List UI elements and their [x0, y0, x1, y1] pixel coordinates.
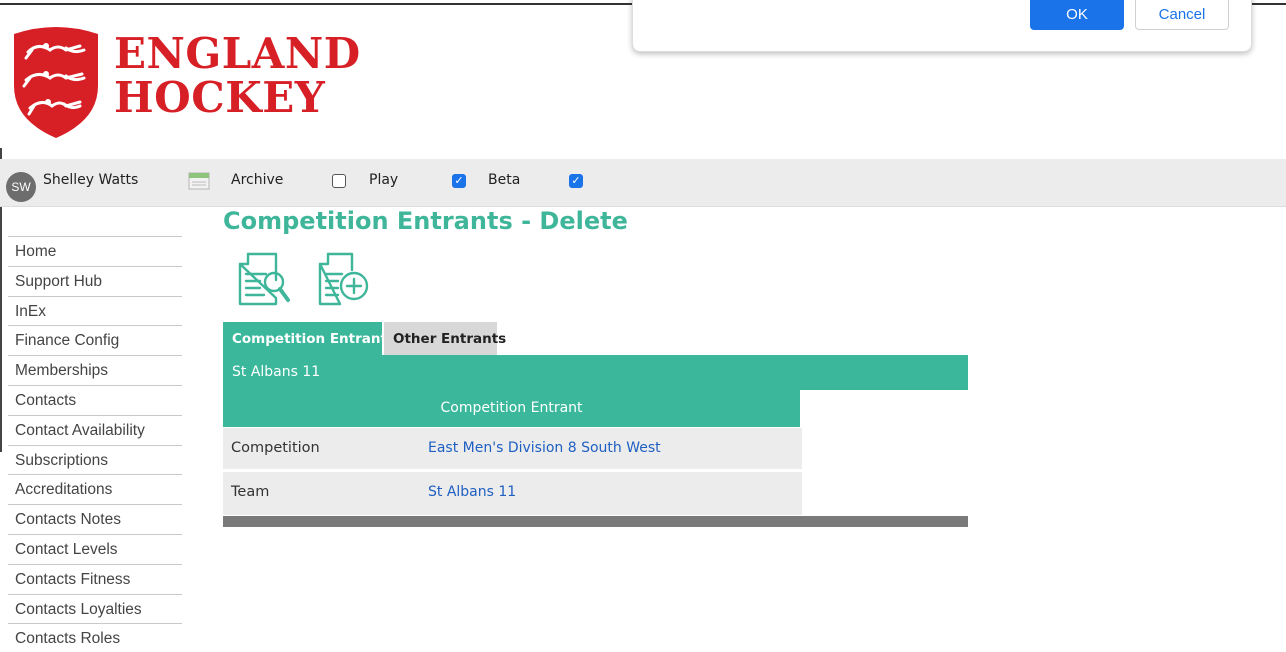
sidebar-item-contacts-fitness[interactable]: Contacts Fitness [8, 563, 182, 594]
tab-other-entrants[interactable]: Other Entrants [384, 322, 506, 356]
cancel-button[interactable]: Cancel [1135, 0, 1229, 30]
sidebar-item-accreditations[interactable]: Accreditations [8, 474, 182, 504]
sidebar-item-contacts[interactable]: Contacts [8, 384, 182, 415]
archive-checkbox[interactable] [332, 174, 346, 188]
tab-competition-entrants[interactable]: Competition Entrants [223, 322, 395, 356]
logo-line-england: ENGLAND [114, 29, 361, 78]
sidebar-item-contacts-roles[interactable]: Contacts Roles [8, 623, 182, 652]
user-toolbar: SW Shelley Watts Archive Play ✓ Beta ✓ [0, 159, 1286, 207]
competition-label: Competition [231, 440, 320, 456]
logo-line-hockey: HOCKEY [114, 73, 326, 122]
shield-icon [14, 27, 98, 138]
detail-row-competition: Competition East Men's Division 8 South … [223, 428, 802, 471]
archive-label: Archive [231, 172, 284, 188]
user-name[interactable]: Shelley Watts [43, 172, 138, 188]
play-label: Play [369, 172, 399, 188]
sidebar-item-subscriptions[interactable]: Subscriptions [8, 444, 182, 475]
confirm-dialog: OK Cancel [632, 0, 1252, 52]
section-header: Competition Entrant [223, 390, 800, 427]
team-link[interactable]: St Albans 11 [428, 484, 516, 500]
entrant-name-bar: St Albans 11 [223, 355, 968, 390]
table-footer-bar [223, 516, 968, 527]
search-document-icon[interactable] [236, 250, 292, 308]
page-title: Competition Entrants - Delete [223, 207, 628, 235]
sidebar-item-home[interactable]: Home [8, 236, 182, 266]
sidebar-item-memberships[interactable]: Memberships [8, 355, 182, 385]
sidebar-item-contacts-notes[interactable]: Contacts Notes [8, 504, 182, 534]
play-checkbox[interactable]: ✓ [452, 174, 466, 188]
sidebar-item-inex[interactable]: InEx [8, 295, 182, 326]
spreadsheet-icon[interactable] [186, 171, 212, 191]
ok-button[interactable]: OK [1030, 0, 1124, 30]
sidebar-item-contact-levels[interactable]: Contact Levels [8, 533, 182, 564]
beta-label: Beta [488, 172, 521, 188]
logo-wordmark: ENGLAND HOCKEY [114, 32, 361, 120]
england-hockey-logo: ENGLAND HOCKEY [6, 24, 360, 142]
sidebar-item-finance-config[interactable]: Finance Config [8, 325, 182, 355]
detail-row-team: Team St Albans 11 [223, 472, 802, 515]
avatar[interactable]: SW [6, 172, 36, 202]
team-label: Team [231, 484, 270, 500]
sidebar-item-contacts-loyalties[interactable]: Contacts Loyalties [8, 593, 182, 624]
sidebar-item-contact-availability[interactable]: Contact Availability [8, 414, 182, 445]
add-document-icon[interactable] [316, 250, 372, 308]
beta-checkbox[interactable]: ✓ [569, 174, 583, 188]
sidebar-nav: Home Support Hub InEx Finance Config Mem… [8, 236, 182, 652]
sidebar-item-support-hub[interactable]: Support Hub [8, 265, 182, 296]
competition-link[interactable]: East Men's Division 8 South West [428, 440, 661, 456]
